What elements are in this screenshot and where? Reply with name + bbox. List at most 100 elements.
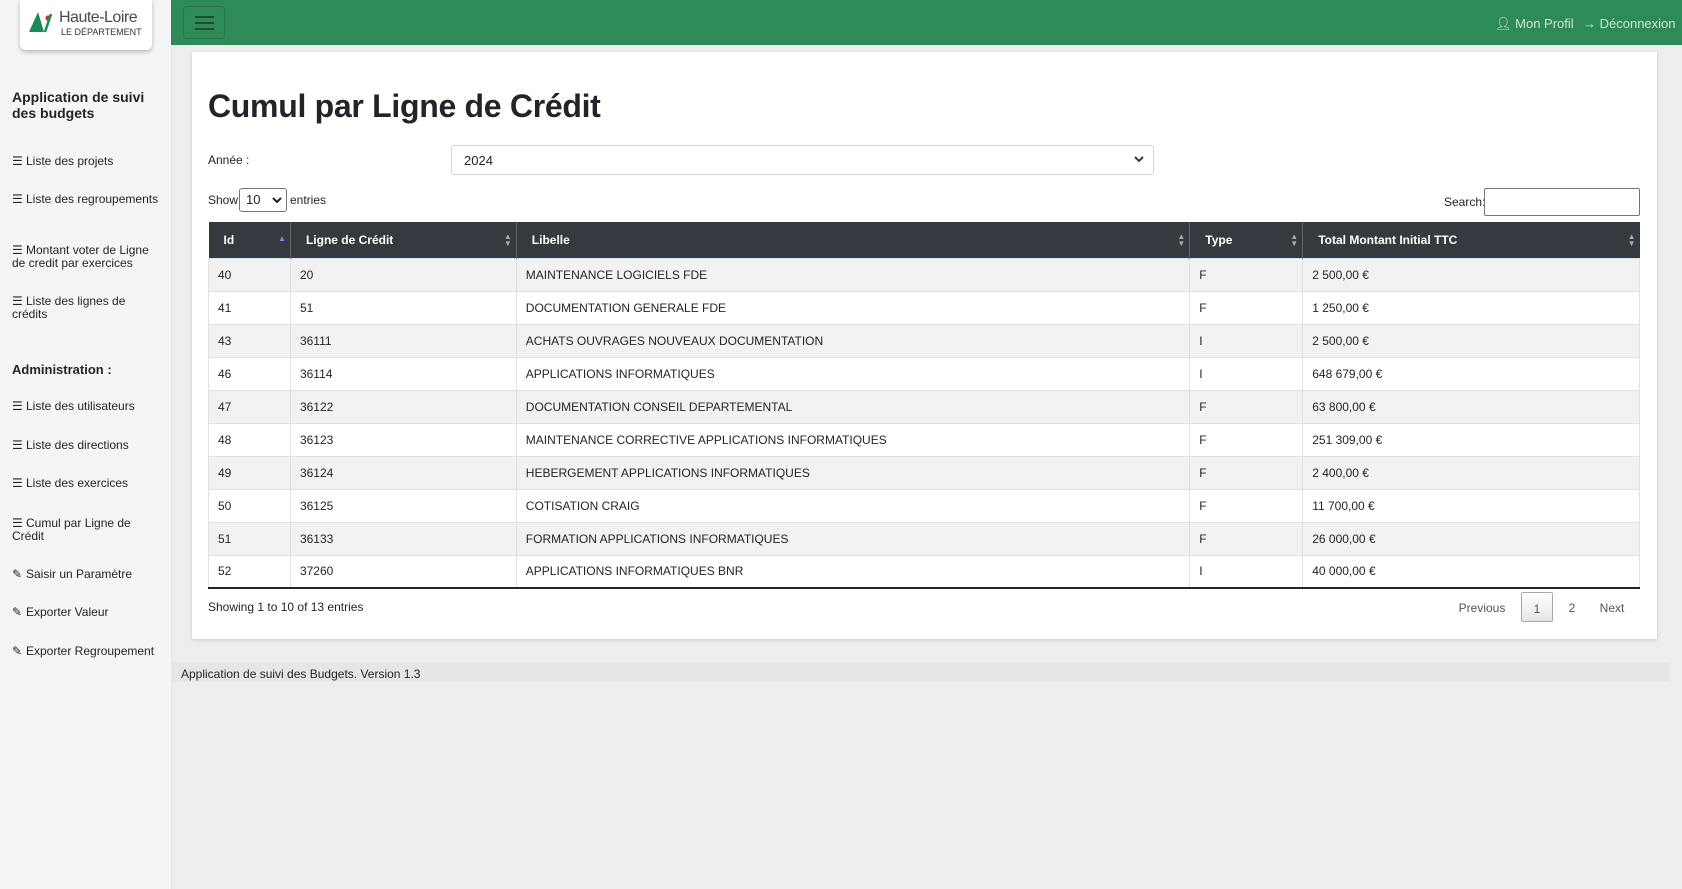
year-value: 2024 xyxy=(464,153,493,168)
cell-libelle: MAINTENANCE LOGICIELS FDE xyxy=(515,257,1191,292)
year-select[interactable]: 2024 xyxy=(451,145,1154,175)
sidebar-item-exporter-valeur[interactable]: ✎ Exporter Valeur xyxy=(12,606,162,619)
pagination-page-1[interactable]: 1 xyxy=(1521,592,1553,622)
sidebar-item-cumul[interactable]: ☰ Cumul par Ligne de Crédit xyxy=(12,517,162,543)
pencil-icon: ✎ xyxy=(12,644,23,658)
cell-total: 648 679,00 € xyxy=(1302,356,1640,391)
page-title: Cumul par Ligne de Crédit xyxy=(208,88,601,124)
cell-id: 40 xyxy=(208,257,291,292)
cell-total: 11 700,00 € xyxy=(1302,488,1640,523)
sidebar-item-label: Liste des projets xyxy=(26,154,114,168)
cell-type: I xyxy=(1189,356,1304,391)
table-row[interactable]: 49 36124 HEBERGEMENT APPLICATIONS INFORMAT… xyxy=(208,455,1640,490)
cell-type: F xyxy=(1189,290,1304,325)
sort-asc-icon: ▲ xyxy=(278,234,286,243)
cell-ligne-credit: 20 xyxy=(289,257,517,292)
list-icon: ☰ xyxy=(12,438,23,452)
pagination-previous[interactable]: Previous xyxy=(1452,592,1512,622)
footer: Application de suivi des Budgets. Versio… xyxy=(171,662,1669,682)
table-row[interactable]: 40 20 MAINTENANCE LOGICIELS FDE F 2 500,00 € xyxy=(208,257,1640,292)
chevron-down-icon xyxy=(1134,156,1144,163)
cell-libelle: APPLICATIONS INFORMATIQUES xyxy=(515,356,1191,391)
table-row[interactable]: 46 36114 APPLICATIONS INFORMATIQUES I 648 67… xyxy=(208,356,1640,391)
pagination-next[interactable]: Next xyxy=(1590,592,1634,622)
cell-total: 1 250,00 € xyxy=(1302,290,1640,325)
cell-ligne-credit: 36133 xyxy=(289,521,517,556)
column-header-libelle[interactable]: Libelle ▲ ▼ xyxy=(516,222,1191,258)
list-icon: ☰ xyxy=(12,399,23,413)
logo-mark-icon xyxy=(29,12,53,33)
sidebar-item-lignes-credits[interactable]: ☰ Liste des lignes de crédits xyxy=(12,295,162,321)
sidebar-item-label: Exporter Valeur xyxy=(26,605,109,619)
logo-subtitle: LE DÉPARTEMENT xyxy=(61,27,142,37)
cell-libelle: FORMATION APPLICATIONS INFORMATIQUES xyxy=(515,521,1191,556)
cell-ligne-credit: 37260 xyxy=(289,554,517,589)
list-icon: ☰ xyxy=(12,154,23,168)
search-input[interactable] xyxy=(1484,188,1640,216)
cell-total: 2 500,00 € xyxy=(1302,257,1640,292)
table-row[interactable]: 50 36125 COTISATION CRAIG F 11 700,00 € xyxy=(208,488,1640,523)
cell-id: 48 xyxy=(208,422,291,457)
profile-label: Mon Profil xyxy=(1515,16,1574,31)
topbar: 👤︎ Mon Profil → Déconnexion xyxy=(171,0,1682,45)
column-header-total[interactable]: Total Montant Initial TTC ▲ ▼ xyxy=(1302,222,1640,258)
sidebar-item-montant-voter[interactable]: ☰ Montant voter de Ligne de credit par ex… xyxy=(12,244,162,270)
cell-libelle: ACHATS OUVRAGES NOUVEAUX DOCUMENTATION xyxy=(515,323,1191,358)
pagination-page-2[interactable]: 2 xyxy=(1556,592,1588,622)
cell-type: F xyxy=(1189,389,1304,424)
main-card: Cumul par Ligne de Crédit Année : 2024 S… xyxy=(192,52,1657,639)
table-row[interactable]: 52 37260 APPLICATIONS INFORMATIQUES BNR I 40… xyxy=(208,554,1640,589)
sidebar-item-regroupements[interactable]: ☰ Liste des regroupements xyxy=(12,193,162,206)
sidebar-item-label: Montant voter de Ligne de credit par exe… xyxy=(12,243,149,270)
sidebar-item-label: Exporter Regroupement xyxy=(26,644,155,658)
sidebar-item-exporter-regroupement[interactable]: ✎ Exporter Regroupement xyxy=(12,645,162,658)
table-row[interactable]: 48 36123 MAINTENANCE CORRECTIVE APPLICATIO… xyxy=(208,422,1640,457)
table-row[interactable]: 47 36122 DOCUMENTATION CONSEIL DEPARTEMENT… xyxy=(208,389,1640,424)
table-header-row: Id ▲ Ligne de Crédit ▲ ▼ Libelle ▲ ▼ Type … xyxy=(208,222,1640,258)
table-row[interactable]: 41 51 DOCUMENTATION GENERALE FDE F 1 250,00 … xyxy=(208,290,1640,325)
cell-type: I xyxy=(1189,323,1304,358)
column-header-label: Libelle xyxy=(531,232,570,247)
list-icon: ☰ xyxy=(12,192,23,206)
column-header-ligne-credit[interactable]: Ligne de Crédit ▲ ▼ xyxy=(290,222,517,258)
profile-link[interactable]: 👤︎ Mon Profil xyxy=(1495,16,1574,32)
column-header-id[interactable]: Id ▲ xyxy=(208,222,291,258)
entries-label: entries xyxy=(290,193,327,207)
sidebar: Haute-Loire LE DÉPARTEMENT Application d… xyxy=(0,0,172,889)
cell-ligne-credit: 36124 xyxy=(289,455,517,490)
sidebar-item-label: Liste des directions xyxy=(26,438,129,452)
cell-libelle: MAINTENANCE CORRECTIVE APPLICATIONS INFO… xyxy=(515,422,1191,457)
cell-ligne-credit: 36122 xyxy=(289,389,517,424)
cell-type: F xyxy=(1189,488,1304,523)
chevron-down-icon xyxy=(272,197,282,204)
column-header-label: Type xyxy=(1205,232,1233,247)
sidebar-item-utilisateurs[interactable]: ☰ Liste des utilisateurs xyxy=(12,400,162,413)
pencil-icon: ✎ xyxy=(12,567,23,581)
sidebar-item-saisir-parametre[interactable]: ✎ Saisir un Paramètre xyxy=(12,568,162,581)
column-header-label: Ligne de Crédit xyxy=(305,232,394,247)
cell-libelle: DOCUMENTATION CONSEIL DEPARTEMENTAL xyxy=(515,389,1191,424)
cell-id: 46 xyxy=(208,356,291,391)
cell-total: 63 800,00 € xyxy=(1302,389,1640,424)
menu-toggle-button[interactable] xyxy=(183,6,225,39)
entries-value: 10 xyxy=(246,192,261,207)
admin-heading: Administration : xyxy=(12,362,112,377)
cell-id: 51 xyxy=(208,521,291,556)
logo[interactable]: Haute-Loire LE DÉPARTEMENT xyxy=(20,0,152,50)
entries-select[interactable]: 10 xyxy=(239,188,287,212)
sidebar-item-exercices[interactable]: ☰ Liste des exercices xyxy=(12,477,162,490)
column-header-type[interactable]: Type ▲ ▼ xyxy=(1189,222,1304,258)
app-title: Application de suivi des budgets xyxy=(12,89,145,121)
logout-link[interactable]: → Déconnexion xyxy=(1583,16,1676,31)
sidebar-item-label: Liste des regroupements xyxy=(26,192,159,206)
sort-icon: ▲ ▼ xyxy=(503,232,512,248)
sidebar-item-label: Cumul par Ligne de Crédit xyxy=(12,516,131,543)
table-row[interactable]: 51 36133 FORMATION APPLICATIONS INFORMATIQ… xyxy=(208,521,1640,556)
pencil-icon: ✎ xyxy=(12,605,23,619)
arrow-right-icon: → xyxy=(1583,16,1596,31)
show-label: Show xyxy=(208,193,239,207)
sidebar-item-projets[interactable]: ☰ Liste des projets xyxy=(12,155,162,168)
sidebar-item-directions[interactable]: ☰ Liste des directions xyxy=(12,439,162,452)
table-row[interactable]: 43 36111 ACHATS OUVRAGES NOUVEAUX DOCUMENT… xyxy=(208,323,1640,358)
sidebar-item-label: Saisir un Paramètre xyxy=(26,567,133,581)
